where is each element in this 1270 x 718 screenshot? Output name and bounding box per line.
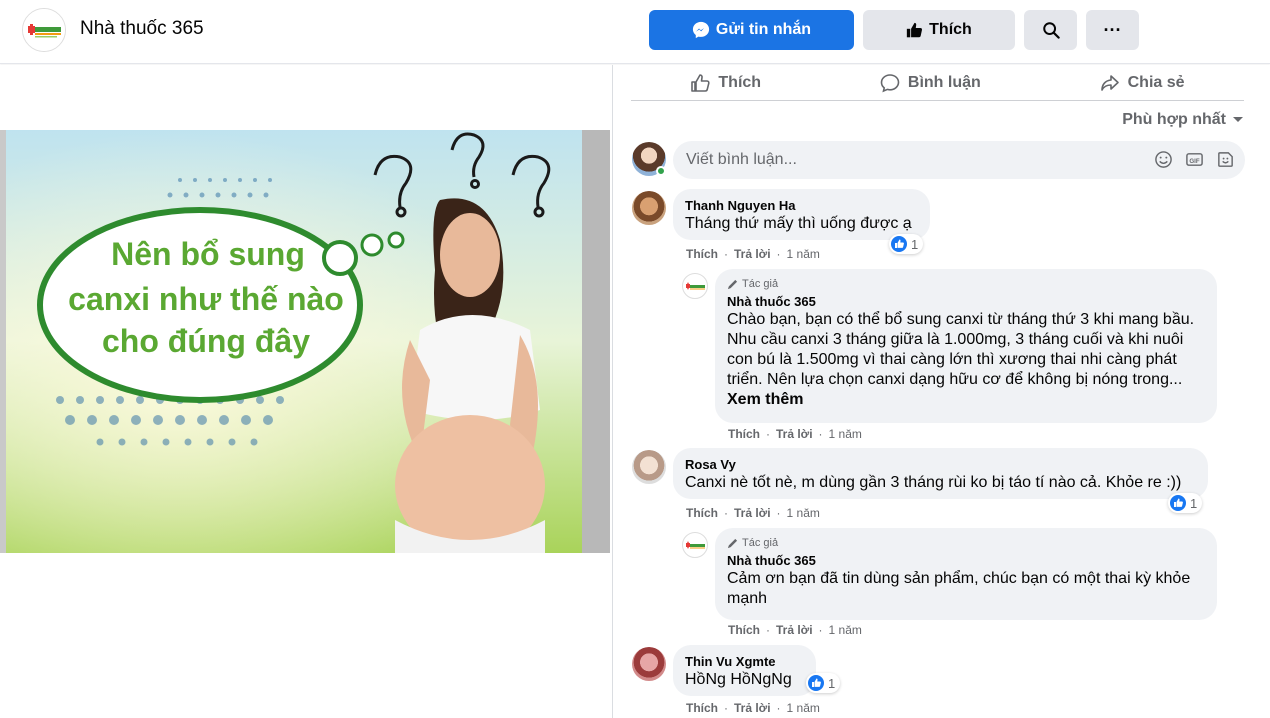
page-title[interactable]: Nhà thuốc 365	[80, 18, 204, 40]
comment-reply-link[interactable]: Trả lời	[734, 701, 771, 715]
comment-like-link[interactable]: Thích	[686, 247, 718, 261]
post-image[interactable]: Nên bổ sung canxi như thế nào cho đúng đ…	[0, 130, 610, 555]
reaction-count[interactable]: 1	[806, 673, 841, 693]
reaction-count[interactable]: 1	[1168, 493, 1203, 513]
reply-like-link[interactable]: Thích	[728, 427, 760, 441]
reply-reply-link[interactable]: Trả lời	[776, 623, 813, 637]
reply-author[interactable]: Nhà thuốc 365	[727, 293, 1205, 310]
comment-text: Canxi nè tốt nè, m dùng gần 3 tháng rùi …	[685, 474, 1182, 491]
sticker-icon[interactable]	[1216, 150, 1235, 169]
comments-pane: Thích Bình luận Chia sẻ Phù hợp nhất Viế…	[613, 65, 1270, 718]
comment-like-link[interactable]: Thích	[686, 506, 718, 520]
svg-text:GIF: GIF	[1189, 158, 1199, 165]
reply-meta: Thích · Trả lời · 1 năm	[728, 427, 862, 441]
sort-label: Phù hợp nhất	[1122, 111, 1226, 128]
image-headline-1: Nên bổ sung	[111, 236, 305, 272]
reaction-count[interactable]: 1	[889, 234, 924, 254]
reply-bubble: Tác giả Nhà thuốc 365 Cảm ơn bạn đã tin …	[715, 528, 1217, 620]
sort-dropdown[interactable]: Phù hợp nhất	[1122, 111, 1244, 129]
reply-time[interactable]: 1 năm	[829, 623, 862, 637]
comment-text: Tháng thứ mấy thì uống được ạ	[685, 215, 912, 232]
comment-composer[interactable]: GIF	[673, 141, 1245, 179]
reply-author[interactable]: Nhà thuốc 365	[727, 552, 1205, 569]
comment-author[interactable]: Rosa Vy	[685, 456, 1196, 473]
send-message-label: Gửi tin nhắn	[715, 21, 812, 38]
commenter-avatar[interactable]	[632, 647, 666, 681]
search-button[interactable]	[1024, 10, 1077, 50]
author-badge: Tác giả	[727, 536, 1205, 550]
send-message-button[interactable]: Gửi tin nhắn	[649, 10, 854, 50]
post-actions: Thích Bình luận Chia sẻ	[631, 65, 1244, 101]
reaction-number: 1	[911, 236, 919, 252]
search-icon	[1042, 22, 1060, 39]
like-page-button[interactable]: Thích	[863, 10, 1015, 50]
comment-meta: Thích · Trả lời · 1 năm	[686, 701, 820, 715]
like-reaction-icon	[891, 236, 907, 252]
comment-author[interactable]: Thin Vu Xgmte	[685, 653, 804, 670]
thumbs-up-icon	[907, 22, 923, 37]
like-post-button[interactable]: Thích	[690, 73, 761, 93]
author-badge-label: Tác giả	[742, 278, 779, 290]
emoji-icon[interactable]	[1154, 150, 1173, 169]
page-logo[interactable]	[22, 8, 66, 52]
comment-bubble: Thanh Nguyen Ha Tháng thứ mấy thì uống đ…	[673, 189, 930, 240]
comment-time[interactable]: 1 năm	[787, 701, 820, 715]
author-badge: Tác giả	[727, 277, 1205, 291]
comment-like-link[interactable]: Thích	[686, 701, 718, 715]
thumbs-up-outline-icon	[691, 73, 711, 92]
gif-icon[interactable]: GIF	[1185, 150, 1204, 169]
caret-down-icon	[1233, 117, 1243, 122]
messenger-icon	[692, 21, 710, 39]
commenter-avatar[interactable]	[632, 450, 666, 484]
like-reaction-icon	[1170, 495, 1186, 511]
page-reply-avatar[interactable]	[682, 532, 708, 558]
comment-reply-link[interactable]: Trả lời	[734, 506, 771, 520]
image-headline-2: canxi như thế nào	[68, 281, 344, 317]
comment-bubble: Thin Vu Xgmte HồNg HồNgNg	[673, 645, 816, 696]
image-headline-3: cho đúng đây	[102, 323, 310, 359]
comment-time[interactable]: 1 năm	[787, 506, 820, 520]
composer-tools: GIF	[1154, 150, 1235, 169]
like-post-label: Thích	[718, 73, 762, 91]
comment-icon	[880, 73, 900, 92]
comment-input[interactable]	[686, 151, 1126, 169]
comment-meta: Thích · Trả lời · 1 năm	[686, 247, 820, 261]
share-post-button[interactable]: Chia sẻ	[1100, 73, 1185, 93]
reaction-number: 1	[828, 675, 836, 691]
reply-time[interactable]: 1 năm	[829, 427, 862, 441]
pencil-icon	[727, 279, 738, 289]
reaction-number: 1	[1190, 495, 1198, 511]
comment-post-button[interactable]: Bình luận	[880, 73, 981, 93]
like-reaction-icon	[808, 675, 824, 691]
more-options-button[interactable]: ···	[1086, 10, 1139, 50]
share-icon	[1100, 74, 1119, 91]
comment-meta: Thích · Trả lời · 1 năm	[686, 506, 820, 520]
page-reply-avatar[interactable]	[682, 273, 708, 299]
reply-text: Chào bạn, bạn có thể bổ sung canxi từ th…	[727, 311, 1195, 408]
comment-bubble: Rosa Vy Canxi nè tốt nè, m dùng gần 3 th…	[673, 448, 1208, 499]
reply-meta: Thích · Trả lời · 1 năm	[728, 623, 862, 637]
author-badge-label: Tác giả	[742, 537, 779, 549]
comment-author[interactable]: Thanh Nguyen Ha	[685, 197, 918, 214]
comment-post-label: Bình luận	[907, 73, 981, 91]
share-post-label: Chia sẻ	[1127, 73, 1185, 91]
reply-bubble: Tác giả Nhà thuốc 365 Chào bạn, bạn có t…	[715, 269, 1217, 423]
comment-reply-link[interactable]: Trả lời	[734, 247, 771, 261]
comment-time[interactable]: 1 năm	[787, 247, 820, 261]
see-more-link[interactable]: Xem thêm	[727, 391, 803, 408]
comment-text: HồNg HồNgNg	[685, 671, 792, 688]
reply-text: Cảm ơn bạn đã tin dùng sản phẩm, chúc bạ…	[727, 570, 1191, 607]
more-icon: ···	[1103, 19, 1122, 40]
commenter-avatar[interactable]	[632, 191, 666, 225]
reply-like-link[interactable]: Thích	[728, 623, 760, 637]
page-header: Nhà thuốc 365 Gửi tin nhắn Thích ···	[0, 0, 1270, 64]
online-status-indicator	[656, 166, 666, 176]
pencil-icon	[727, 538, 738, 548]
reply-reply-link[interactable]: Trả lời	[776, 427, 813, 441]
like-page-label: Thích	[929, 21, 972, 38]
